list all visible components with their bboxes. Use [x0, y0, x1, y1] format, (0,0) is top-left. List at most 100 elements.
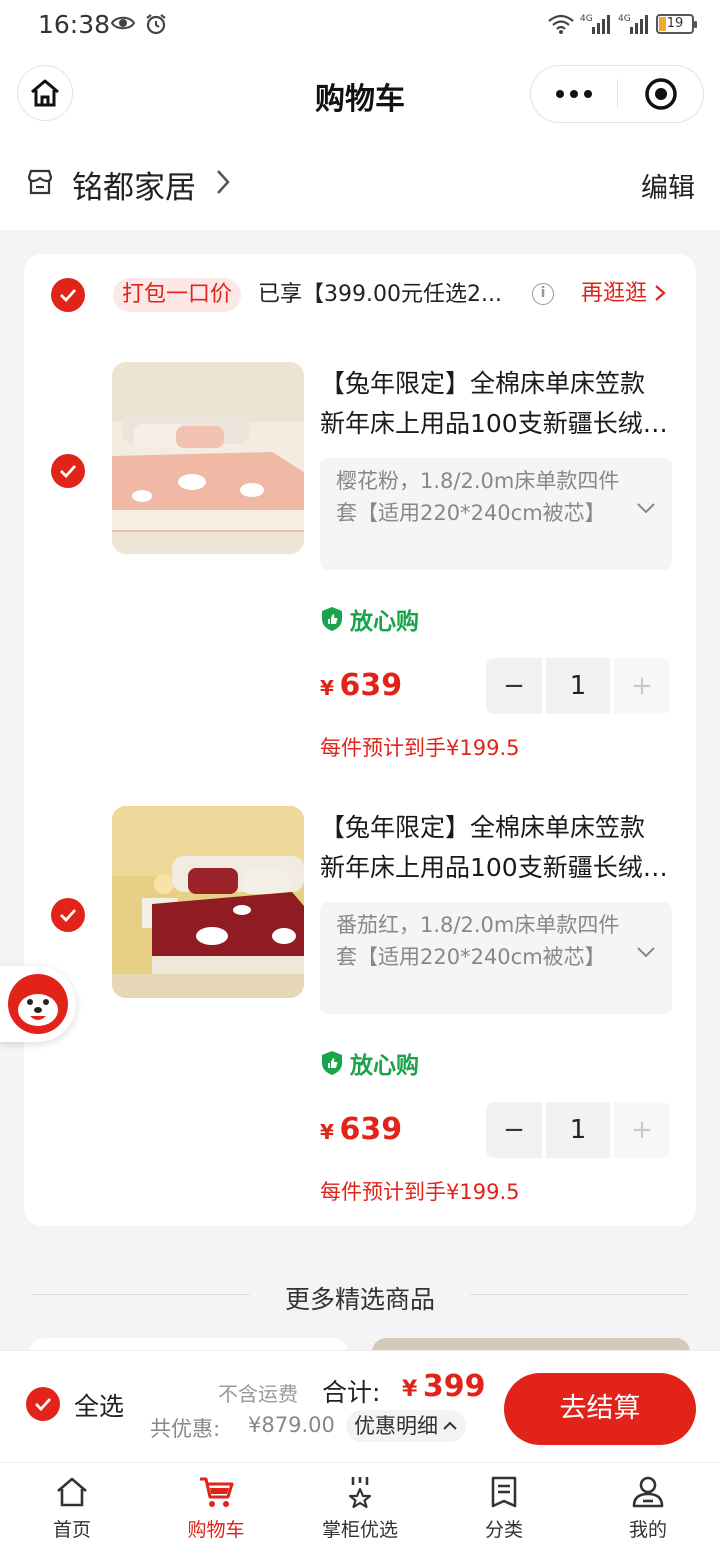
promo-checkbox[interactable]	[51, 278, 85, 312]
increase-button[interactable]: +	[614, 658, 670, 714]
checkmark-icon	[35, 1398, 52, 1411]
currency-symbol: ¥	[320, 1120, 334, 1144]
edit-button[interactable]: 编辑	[641, 166, 695, 205]
select-all-checkbox[interactable]	[26, 1387, 60, 1421]
more-dots-icon	[556, 90, 592, 98]
freight-note: 不含运费	[218, 1382, 298, 1406]
tab-label: 分类	[484, 1519, 523, 1541]
promo-text[interactable]: 已享【399.00元任选2...	[258, 280, 520, 310]
tab-label: 我的	[628, 1519, 667, 1541]
store-name[interactable]: 铭都家居	[72, 162, 196, 207]
tab-home[interactable]: 首页	[0, 1463, 144, 1560]
discount-detail-label: 优惠明细	[354, 1414, 438, 1438]
spec-text: 樱花粉，1.8/2.0m床单款四件套【适用220*240cm被芯】	[336, 469, 620, 525]
chevron-right-icon[interactable]	[214, 168, 232, 196]
status-left-icons	[110, 12, 168, 36]
tab-label: 购物车	[187, 1519, 245, 1541]
chevron-down-icon	[637, 947, 655, 958]
trust-label: 放心购	[350, 609, 419, 635]
tab-cart[interactable]: 购物车	[144, 1463, 288, 1560]
spec-selector[interactable]: 樱花粉，1.8/2.0m床单款四件套【适用220*240cm被芯】	[320, 458, 672, 570]
more-button[interactable]	[531, 66, 617, 122]
promo-row: 打包一口价 已享【399.00元任选2... i 再逛逛	[24, 278, 696, 316]
tab-profile[interactable]: 我的	[576, 1463, 720, 1560]
checkout-button[interactable]: 去结算	[504, 1373, 696, 1445]
user-icon	[632, 1476, 664, 1508]
more-products-title: 更多精选商品	[284, 1285, 435, 1314]
divider-right	[470, 1294, 688, 1295]
select-all-label[interactable]: 全选	[74, 1387, 124, 1423]
browse-more-link[interactable]: 再逛逛	[581, 279, 666, 309]
discount-detail-button[interactable]: 优惠明细	[346, 1410, 466, 1442]
signal-icon: 4G	[580, 14, 610, 34]
shield-icon	[322, 607, 342, 631]
assistant-mascot-button[interactable]	[0, 966, 76, 1042]
close-miniapp-button[interactable]	[618, 66, 703, 122]
home-icon	[57, 1477, 87, 1507]
tab-featured[interactable]: 掌柜优选	[288, 1463, 432, 1560]
status-bar: 16:38 4G 4G 19	[0, 0, 720, 52]
header: 购物车	[0, 52, 720, 138]
quantity-value[interactable]: 1	[546, 1102, 610, 1158]
checkout-bar: 全选 不含运费 合计: ¥ 399 共优惠: ¥879.00 优惠明细 去结算	[0, 1350, 720, 1462]
product-photo	[112, 362, 304, 554]
mascot-icon	[8, 974, 68, 1034]
item-price: ¥ 639	[320, 1112, 402, 1147]
more-products-section: 更多精选商品	[0, 1270, 720, 1330]
product-title[interactable]: 【兔年限定】全棉床单床笠款新年床上用品100支新疆长绒棉四件套	[320, 364, 668, 444]
total-label: 合计:	[322, 1378, 381, 1407]
product-image[interactable]	[112, 806, 304, 998]
increase-button[interactable]: +	[614, 1102, 670, 1158]
quantity-stepper: − 1 +	[486, 1102, 670, 1158]
chevron-down-icon	[637, 503, 655, 514]
star-icon	[348, 1477, 372, 1509]
svg-text:4G: 4G	[618, 14, 631, 24]
target-icon	[644, 78, 677, 110]
quantity-stepper: − 1 +	[486, 658, 670, 714]
tab-bar: 首页 购物车 掌柜优选 分类 我的	[0, 1462, 720, 1560]
alarm-icon	[146, 14, 166, 35]
discount-value: ¥879.00	[248, 1413, 335, 1437]
browse-more-label: 再逛逛	[581, 281, 648, 306]
currency-symbol: ¥	[320, 676, 334, 700]
signal-icon-2: 4G	[618, 14, 648, 34]
wifi-icon	[548, 14, 574, 34]
product-image[interactable]	[112, 362, 304, 554]
trust-badge: 放心购	[320, 1046, 419, 1080]
list-icon	[491, 1476, 517, 1508]
total-price: ¥ 399	[402, 1369, 486, 1404]
item-price: ¥ 639	[320, 668, 402, 703]
store-row: 铭都家居 编辑	[0, 138, 720, 230]
capsule-menu	[530, 65, 704, 123]
currency-symbol: ¥	[402, 1377, 418, 1402]
promo-tag: 打包一口价	[113, 278, 242, 312]
total-value: 399	[422, 1369, 486, 1404]
eye-icon	[110, 16, 136, 30]
product-photo	[112, 806, 304, 998]
item-checkbox[interactable]	[51, 454, 85, 488]
price-value: 639	[339, 668, 403, 703]
battery-icon: 19	[656, 14, 697, 34]
quantity-value[interactable]: 1	[546, 658, 610, 714]
checkmark-icon	[60, 465, 77, 478]
tab-label: 掌柜优选	[321, 1519, 398, 1541]
spec-text: 番茄红，1.8/2.0m床单款四件套【适用220*240cm被芯】	[336, 913, 620, 969]
tab-category[interactable]: 分类	[432, 1463, 576, 1560]
chevron-right-icon	[655, 285, 666, 301]
price-value: 639	[339, 1112, 403, 1147]
checkmark-icon	[60, 909, 77, 922]
discount-label: 共优惠:	[150, 1417, 221, 1441]
cart-icon	[200, 1477, 234, 1507]
cart-item: 【兔年限定】全棉床单床笠款新年床上用品100支新疆长绒棉四件套 樱花粉，1.8/…	[24, 362, 696, 762]
trust-badge: 放心购	[320, 602, 419, 636]
checkmark-icon	[60, 289, 77, 302]
item-checkbox[interactable]	[51, 898, 85, 932]
decrease-button[interactable]: −	[486, 1102, 542, 1158]
decrease-button[interactable]: −	[486, 658, 542, 714]
spec-selector[interactable]: 番茄红，1.8/2.0m床单款四件套【适用220*240cm被芯】	[320, 902, 672, 1014]
cart-card: 打包一口价 已享【399.00元任选2... i 再逛逛 【兔年限定】全棉床单床…	[24, 254, 696, 1226]
info-icon[interactable]: i	[532, 283, 554, 305]
shield-icon	[322, 1051, 342, 1075]
svg-text:4G: 4G	[580, 14, 593, 24]
product-title[interactable]: 【兔年限定】全棉床单床笠款新年床上用品100支新疆长绒棉四件套	[320, 808, 668, 888]
